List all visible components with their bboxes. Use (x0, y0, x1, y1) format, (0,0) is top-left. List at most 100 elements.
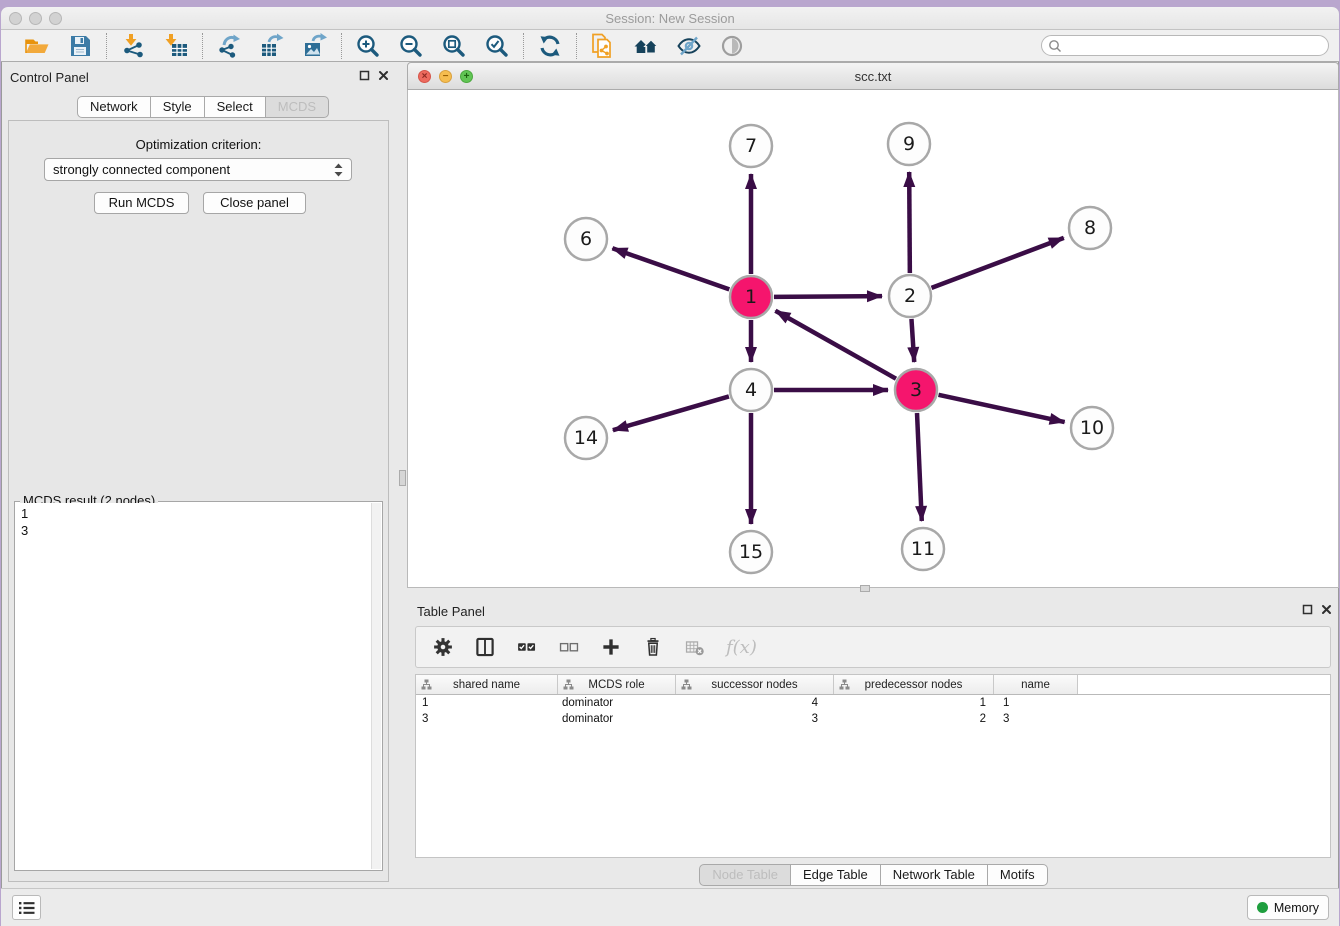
graph-node-label: 8 (1084, 217, 1096, 239)
column-header-label: shared name (453, 679, 520, 691)
table-row[interactable]: 3dominator323 (416, 711, 1330, 727)
graph-edge-3-1[interactable] (775, 311, 896, 379)
close-window-button[interactable] (9, 12, 22, 25)
table-cell[interactable]: 3 (994, 711, 1078, 727)
refresh-icon[interactable] (537, 33, 563, 59)
run-mcds-button[interactable]: Run MCDS (94, 192, 189, 214)
table-panel-title: Table Panel (417, 604, 485, 619)
table-toolbar: f(x) (415, 626, 1331, 668)
zoom-selected-icon[interactable] (484, 33, 510, 59)
graph-node-label: 11 (911, 538, 935, 560)
column-header-predecessor-nodes[interactable]: predecessor nodes (834, 675, 994, 694)
horizontal-splitter-grip[interactable] (860, 585, 870, 592)
close-panel-button[interactable]: Close panel (203, 192, 306, 214)
delete-table-icon[interactable] (684, 636, 706, 658)
memory-button[interactable]: Memory (1247, 895, 1329, 920)
zoom-window-button[interactable] (49, 12, 62, 25)
select-all-checkboxes-icon[interactable] (516, 636, 538, 658)
float-panel-icon[interactable] (359, 70, 370, 81)
export-image-icon[interactable] (302, 33, 328, 59)
table-cell[interactable]: 4 (676, 695, 834, 711)
task-history-button[interactable] (12, 895, 41, 920)
mcds-result-list[interactable]: 13 (16, 503, 371, 869)
new-network-from-file-icon[interactable] (590, 33, 616, 59)
column-type-icon (563, 679, 574, 690)
graph-edge-3-11[interactable] (917, 413, 922, 521)
function-builder-icon[interactable]: f(x) (726, 637, 757, 658)
mcds-result-line[interactable]: 1 (21, 505, 366, 522)
table-cell[interactable]: 3 (416, 711, 558, 727)
column-type-icon (421, 679, 432, 690)
column-header-successor-nodes[interactable]: successor nodes (676, 675, 834, 694)
hide-panel-eye-icon[interactable] (676, 33, 702, 59)
float-table-panel-icon[interactable] (1302, 604, 1313, 615)
tab-mcds[interactable]: MCDS (266, 96, 329, 118)
deselect-all-checkboxes-icon[interactable] (558, 636, 580, 658)
network-close-button[interactable]: × (418, 70, 431, 83)
network-canvas[interactable]: 7968124314101511 (407, 90, 1339, 588)
table-cell[interactable]: 1 (416, 695, 558, 711)
add-column-icon[interactable] (600, 636, 622, 658)
import-network-icon[interactable] (120, 33, 146, 59)
column-header-name[interactable]: name (994, 675, 1078, 694)
tab-style[interactable]: Style (151, 96, 205, 118)
mcds-result-line[interactable]: 3 (21, 522, 366, 539)
column-header-shared-name[interactable]: shared name (416, 675, 558, 694)
import-table-icon[interactable] (163, 33, 189, 59)
tab-select[interactable]: Select (205, 96, 266, 118)
graph-node-label: 2 (904, 285, 916, 307)
table-cell[interactable]: 1 (994, 695, 1078, 711)
graph-edge-2-3[interactable] (911, 319, 914, 362)
show-column-icon[interactable] (474, 636, 496, 658)
minimize-window-button[interactable] (29, 12, 42, 25)
table-panel-header: Table Panel (407, 596, 1340, 624)
tab-node-table[interactable]: Node Table (699, 864, 791, 886)
table-row[interactable]: 1dominator411 (416, 695, 1330, 711)
show-panel-eye-icon[interactable] (719, 33, 745, 59)
close-table-panel-icon[interactable] (1321, 604, 1332, 615)
open-folder-icon[interactable] (24, 33, 50, 59)
graph-edge-1-2[interactable] (774, 296, 882, 297)
network-minimize-button[interactable]: − (439, 70, 452, 83)
criterion-dropdown[interactable]: strongly connected component (44, 158, 352, 181)
window-title: Session: New Session (1, 7, 1339, 30)
vertical-splitter-grip[interactable] (399, 470, 406, 486)
tab-motifs[interactable]: Motifs (988, 864, 1048, 886)
close-panel-icon[interactable] (378, 70, 389, 81)
table-cell[interactable]: 3 (676, 711, 834, 727)
result-scrollbar[interactable] (371, 503, 381, 869)
zoom-in-icon[interactable] (355, 33, 381, 59)
graph-node-label: 4 (745, 379, 757, 401)
home-icon[interactable] (633, 33, 659, 59)
table-cell[interactable]: dominator (558, 695, 676, 711)
graph-edge-4-14[interactable] (613, 396, 729, 430)
column-header-MCDS-role[interactable]: MCDS role (558, 675, 676, 694)
window-titlebar: Session: New Session (1, 7, 1339, 30)
table-cell[interactable]: dominator (558, 711, 676, 727)
delete-column-icon[interactable] (642, 636, 664, 658)
tab-edge-table[interactable]: Edge Table (791, 864, 881, 886)
graph-edge-2-8[interactable] (932, 238, 1064, 288)
table-settings-gear-icon[interactable] (432, 636, 454, 658)
graph-node-label: 9 (903, 133, 915, 155)
graph-edge-2-9[interactable] (909, 172, 910, 273)
search-icon (1048, 39, 1062, 53)
graph-node-label: 14 (574, 427, 598, 449)
network-zoom-button[interactable]: + (460, 70, 473, 83)
search-box[interactable] (1041, 35, 1329, 56)
tab-network[interactable]: Network (77, 96, 151, 118)
export-network-icon[interactable] (216, 33, 242, 59)
mcds-result-groupbox: MCDS result (2 nodes) 13 (14, 501, 383, 871)
graph-edge-3-10[interactable] (938, 395, 1064, 422)
table-cell[interactable]: 2 (834, 711, 994, 727)
node-table: shared name MCDS rolesuccessor nodesprede… (415, 674, 1331, 858)
search-input[interactable] (1062, 37, 1322, 54)
export-table-icon[interactable] (259, 33, 285, 59)
graph-edge-1-6[interactable] (612, 248, 729, 289)
tab-network-table[interactable]: Network Table (881, 864, 988, 886)
table-body: 1dominator4113dominator323 (416, 695, 1330, 727)
zoom-fit-icon[interactable] (441, 33, 467, 59)
zoom-out-icon[interactable] (398, 33, 424, 59)
table-cell[interactable]: 1 (834, 695, 994, 711)
save-icon[interactable] (67, 33, 93, 59)
